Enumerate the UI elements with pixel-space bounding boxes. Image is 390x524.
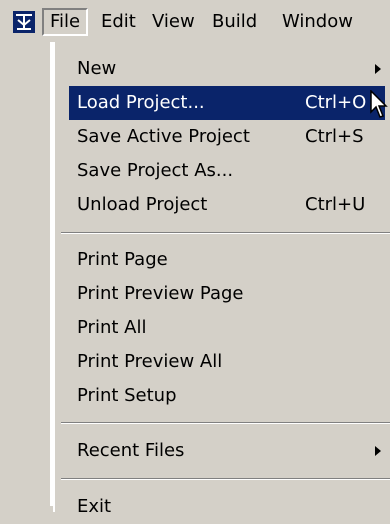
menu-item-label: Exit [77, 496, 112, 517]
menu-item-label: Unload Project [77, 194, 208, 215]
menu-view[interactable]: View [146, 8, 201, 36]
menu-item-print-all[interactable]: Print All [69, 311, 385, 345]
menu-item-print-page[interactable]: Print Page [69, 243, 385, 277]
menu-item-print-preview-page[interactable]: Print Preview Page [69, 277, 385, 311]
menu-item-label: Load Project... [77, 92, 205, 113]
submenu-arrow-icon [375, 64, 381, 74]
menu-separator [61, 422, 390, 424]
file-menu-dropdown: New Load Project... Ctrl+O Save Active P… [53, 42, 390, 517]
menu-item-print-setup[interactable]: Print Setup [69, 379, 385, 413]
menu-build[interactable]: Build [206, 8, 263, 36]
app-logo-icon[interactable] [12, 10, 36, 34]
menu-item-label: New [77, 58, 117, 79]
menu-item-shortcut: Ctrl+U [305, 194, 366, 215]
menu-item-label: Print All [77, 317, 147, 338]
menu-item-label: Save Project As... [77, 160, 234, 181]
menu-item-label: Print Preview Page [77, 283, 244, 304]
menu-separator [61, 478, 390, 480]
menu-window[interactable]: Window [276, 8, 359, 36]
menu-item-save-active-project[interactable]: Save Active Project Ctrl+S [69, 120, 385, 154]
menu-item-label: Recent Files [77, 440, 185, 461]
menu-edit[interactable]: Edit [95, 8, 142, 36]
menu-item-recent-files[interactable]: Recent Files [69, 434, 385, 468]
mouse-pointer-icon [370, 90, 388, 118]
menu-item-load-project[interactable]: Load Project... Ctrl+O [69, 86, 385, 120]
menu-item-label: Print Setup [77, 385, 177, 406]
menu-item-label: Save Active Project [77, 126, 250, 147]
menu-bar: File Edit View Build Window [0, 0, 390, 42]
submenu-arrow-icon [375, 446, 381, 456]
menu-item-exit[interactable]: Exit [69, 490, 385, 524]
menu-item-new[interactable]: New [69, 52, 385, 86]
menu-item-label: Print Page [77, 249, 168, 270]
menu-item-save-project-as[interactable]: Save Project As... [69, 154, 385, 188]
menu-item-shortcut: Ctrl+S [305, 126, 364, 147]
menu-item-print-preview-all[interactable]: Print Preview All [69, 345, 385, 379]
menu-item-shortcut: Ctrl+O [305, 92, 367, 113]
menu-item-unload-project[interactable]: Unload Project Ctrl+U [69, 188, 385, 222]
menu-separator [61, 232, 390, 234]
menu-item-label: Print Preview All [77, 351, 223, 372]
menu-file[interactable]: File [42, 8, 89, 36]
